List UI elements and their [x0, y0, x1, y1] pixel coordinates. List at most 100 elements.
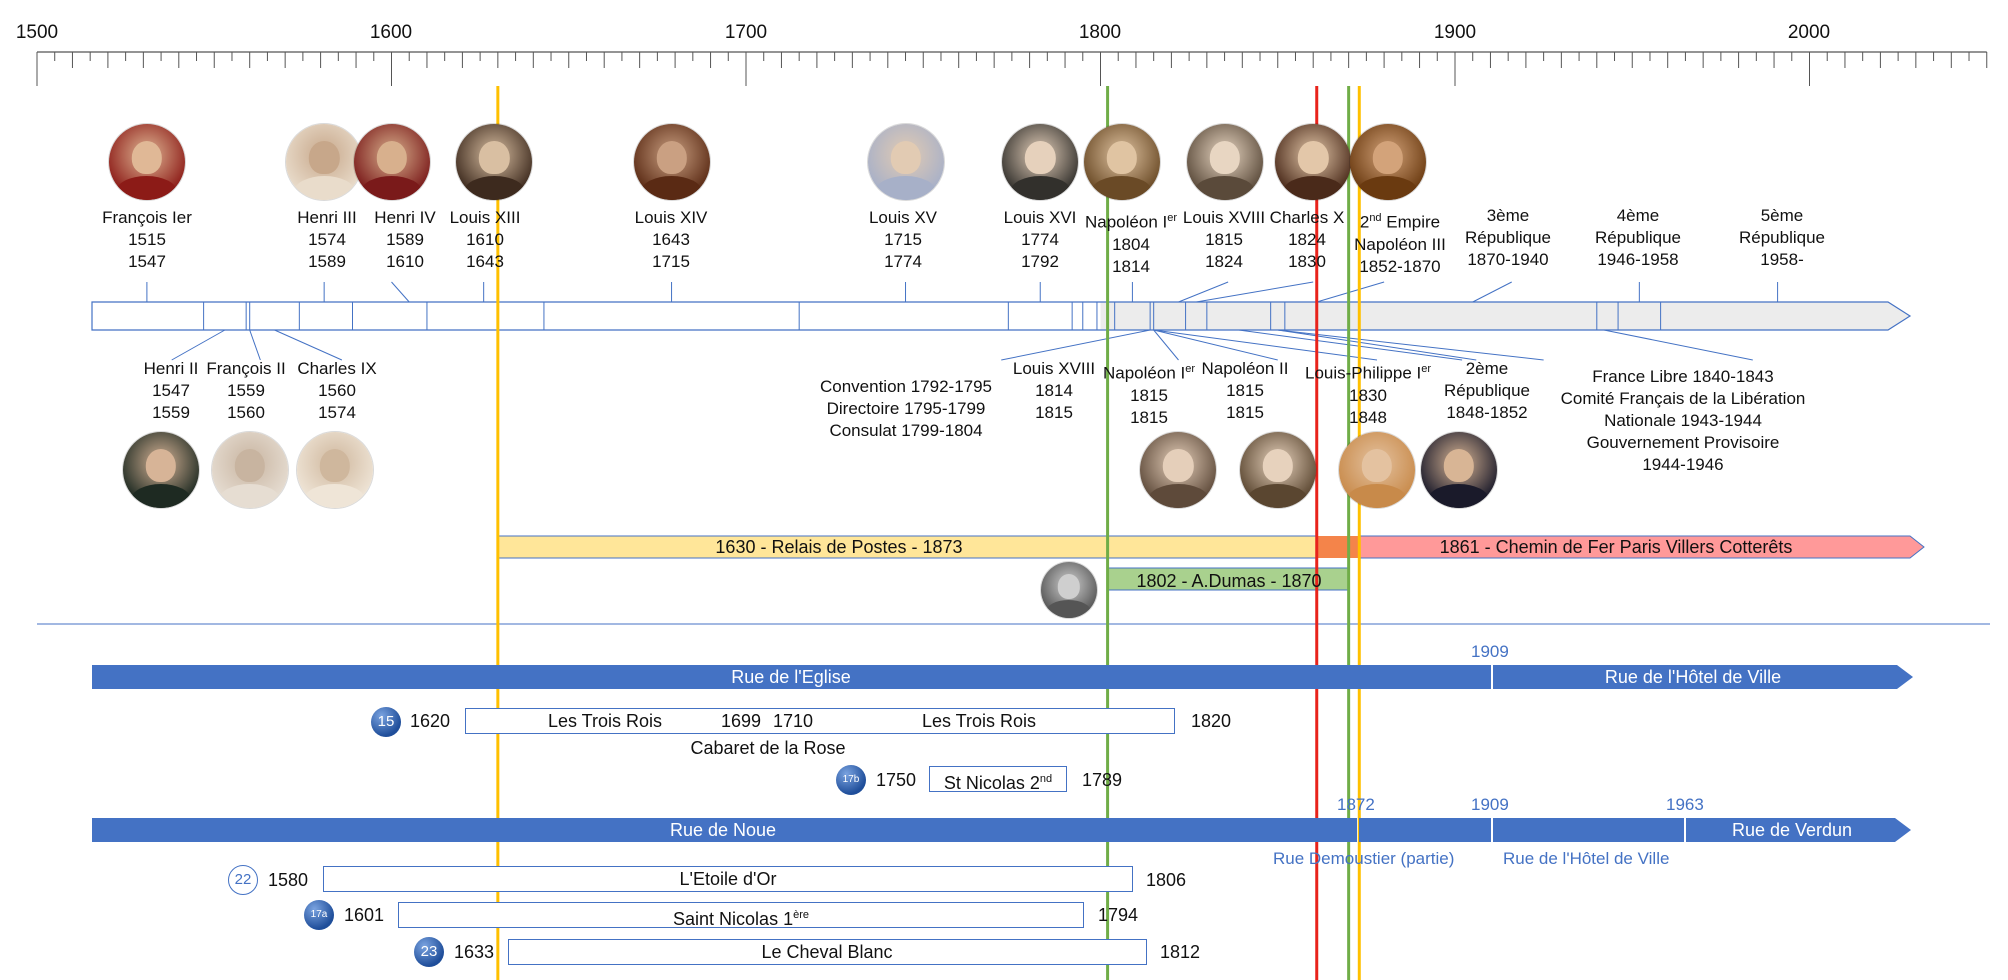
monarch-label-louis-xvi: Louis XVI 1774 1792 — [1003, 208, 1077, 271]
portrait-body — [1346, 483, 1408, 508]
leader-line-bottom — [1001, 329, 1151, 361]
portrait-face — [376, 140, 407, 175]
street-year-1909-noue: 1909 — [1471, 795, 1509, 814]
portrait-face — [234, 448, 265, 483]
axis-label-1700: 1700 — [724, 22, 768, 43]
property-23-start: 1633 — [454, 942, 495, 962]
leader-line-top — [1316, 281, 1385, 303]
axis-label-1500: 1500 — [15, 22, 59, 43]
street-name-rue-hotel-de-ville: Rue de l'Hôtel de Ville — [1604, 667, 1782, 687]
portrait-face — [890, 140, 921, 175]
portrait-francois-ier-icon — [108, 124, 185, 200]
portrait-body — [641, 175, 702, 200]
leader-line-bottom — [1153, 329, 1278, 361]
portrait-body — [1046, 600, 1091, 618]
portrait-napoleon-ii-icon — [1339, 432, 1415, 508]
portrait-napoleon-ier-icon — [1083, 124, 1160, 200]
property-17a-start: 1601 — [344, 905, 385, 925]
portrait-body — [463, 175, 525, 200]
republic-label-3: 3ème République 1870-1940 — [1464, 206, 1552, 269]
badge-15: 15 — [371, 707, 401, 737]
property-15-mid2: 1710 — [772, 711, 814, 731]
portrait-body — [130, 483, 192, 508]
property-22-end: 1806 — [1146, 870, 1187, 890]
portrait-body — [1357, 175, 1419, 200]
portrait-louis-xiv-icon — [633, 124, 710, 200]
portrait-face — [308, 140, 340, 175]
portrait-face — [1163, 448, 1194, 483]
leader-line-top — [391, 281, 410, 303]
leader-line-bottom — [1238, 329, 1463, 361]
portrait-face — [1361, 448, 1393, 483]
property-17b-end: 1789 — [1082, 770, 1123, 790]
monarch-label-charles-x: Charles X 1824 1830 — [1269, 208, 1345, 271]
portrait-napoleon-iii-icon — [1349, 124, 1426, 200]
badge-17b: 17b — [836, 765, 866, 795]
portrait-body — [1091, 175, 1153, 200]
property-15-name: Les Trois Rois — [547, 711, 663, 731]
portrait-body — [1148, 483, 1209, 508]
leader-line-bottom — [171, 329, 226, 361]
monarch-label-napoleon-ier-b: Napoléon Ier 1815 1815 — [1102, 363, 1196, 427]
monarch-label-louis-xiii: Louis XIII 1610 1643 — [449, 208, 521, 271]
property-22-start: 1580 — [268, 870, 309, 890]
street-name-rue-de-noue: Rue de Noue — [669, 820, 777, 840]
republic-label-5: 5ème République 1958- — [1738, 206, 1826, 269]
street-sub-rue-demoustier: Rue Demoustier (partie) — [1273, 849, 1455, 868]
republic-label-4: 4ème République 1946-1958 — [1594, 206, 1682, 269]
portrait-body — [1194, 175, 1255, 200]
portrait-body — [1428, 483, 1489, 508]
street-arrow-eglise — [1897, 665, 1913, 689]
portrait-face — [1025, 140, 1056, 175]
monarch-label-louis-xv: Louis XV 1715 1774 — [868, 208, 938, 271]
street-name-rue-de-l-eglise: Rue de l'Eglise — [731, 667, 851, 687]
portrait-body — [875, 175, 936, 200]
portrait-body — [304, 483, 366, 508]
portrait-henri-iii-icon — [286, 124, 363, 200]
portrait-charles-ix-icon — [296, 432, 373, 508]
dumas-label: 1802 - A.Dumas - 1870 — [1136, 571, 1322, 591]
portrait-henri-ii-icon — [123, 432, 200, 508]
leader-line-bottom — [249, 329, 261, 361]
badge-17a: 17a — [304, 900, 334, 930]
monarch-label-louis-philippe: Louis-Philippe Ier 1830 1848 — [1304, 363, 1432, 427]
monarch-label-louis-xiv: Louis XIV 1643 1715 — [634, 208, 708, 271]
portrait-body — [1282, 175, 1344, 200]
reign-bar-gray-fill-2 — [1313, 302, 1910, 330]
street-year-1909-eglise: 1909 — [1471, 642, 1509, 661]
portrait-face — [1297, 140, 1329, 175]
property-15-end: 1820 — [1191, 711, 1232, 731]
monarch-label-charles-ix: Charles IX 1560 1574 — [297, 359, 377, 422]
portrait-louis-xviii-icon — [1186, 124, 1263, 200]
axis-label-1600: 1600 — [369, 22, 413, 43]
property-15-name2: Les Trois Rois — [921, 711, 1037, 731]
portrait-face — [1209, 140, 1240, 175]
leader-line-bottom — [1153, 329, 1179, 361]
portrait-louis-xviii-b-icon — [1140, 432, 1217, 508]
leader-line-bottom — [1277, 329, 1477, 361]
street-bar-rue-demoustier — [1359, 818, 1491, 842]
timeline-diagram: 1500 1600 1700 1800 1900 2000 François I… — [0, 0, 2008, 980]
portrait-face — [319, 448, 350, 483]
monarch-label-francois-ii: François II 1559 1560 — [206, 359, 286, 422]
relais-de-postes-label: 1630 - Relais de Postes - 1873 — [715, 537, 963, 557]
portrait-body — [116, 175, 178, 200]
property-17a-name: Saint Nicolas 1ère — [673, 909, 809, 929]
street-arrow-noue — [1895, 818, 1911, 842]
monarch-label-napoleon-ier: Napoléon Ier 1804 1814 — [1084, 212, 1178, 276]
portrait-body — [1247, 483, 1309, 508]
portrait-face — [1057, 574, 1080, 599]
portrait-body — [1009, 175, 1071, 200]
monarch-label-henri-iv: Henri IV 1589 1610 — [374, 208, 436, 271]
leader-line-top — [1178, 281, 1229, 303]
property-17b-name: St Nicolas 2nd — [943, 773, 1053, 793]
portrait-body — [293, 175, 355, 200]
portrait-face — [1443, 448, 1474, 483]
monarch-label-francois-ier: François Ier 1515 1547 — [102, 208, 192, 271]
street-sub-rue-hotel-de-ville: Rue de l'Hôtel de Ville — [1503, 849, 1670, 868]
street-year-1963: 1963 — [1666, 795, 1704, 814]
axis-label-1800: 1800 — [1078, 22, 1122, 43]
portrait-face — [1372, 140, 1403, 175]
badge-22: 22 — [228, 865, 258, 895]
property-17a-end: 1794 — [1098, 905, 1139, 925]
